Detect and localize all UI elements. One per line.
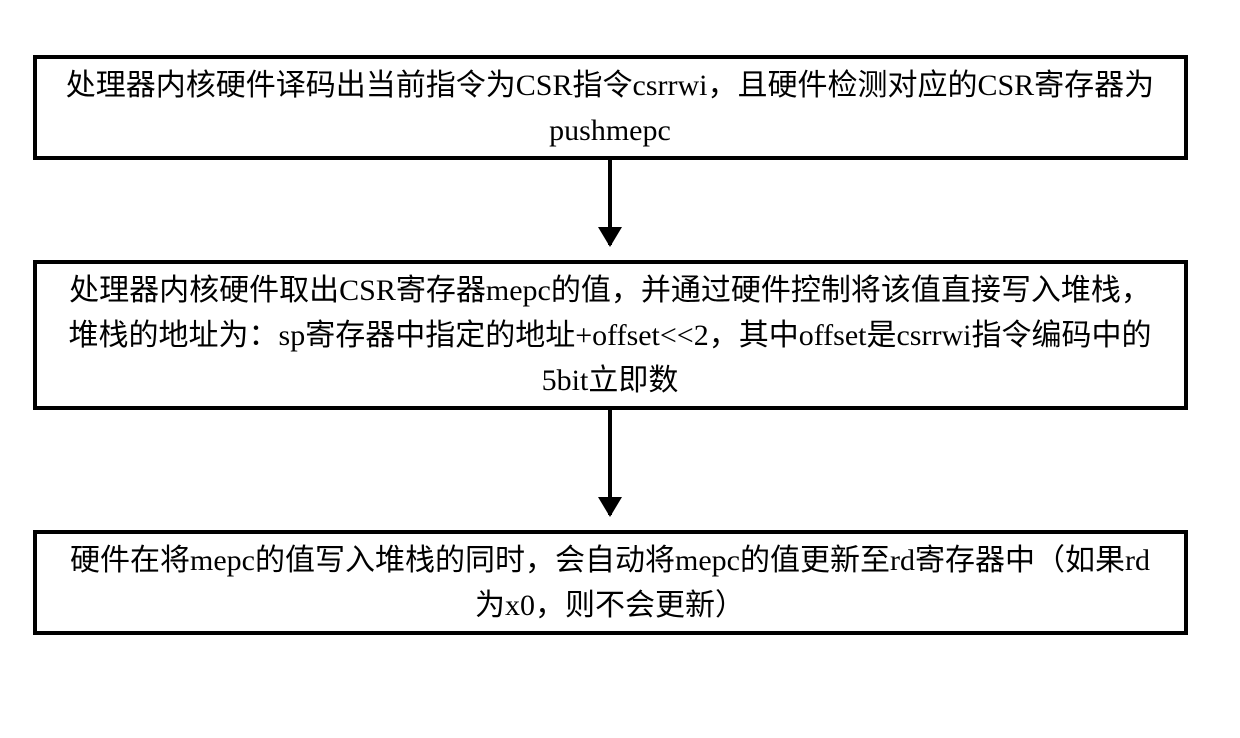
flowchart-step-3-text: 硬件在将mepc的值写入堆栈的同时，会自动将mepc的值更新至rd寄存器中（如果… [57, 538, 1164, 628]
arrow-container-1 [30, 160, 1190, 260]
arrow-down-icon [608, 410, 612, 515]
flowchart-container: 处理器内核硬件译码出当前指令为CSR指令csrrwi，且硬件检测对应的CSR寄存… [30, 55, 1190, 635]
flowchart-step-3: 硬件在将mepc的值写入堆栈的同时，会自动将mepc的值更新至rd寄存器中（如果… [33, 530, 1188, 635]
arrow-down-icon [608, 160, 612, 245]
flowchart-step-1: 处理器内核硬件译码出当前指令为CSR指令csrrwi，且硬件检测对应的CSR寄存… [33, 55, 1188, 160]
flowchart-step-2: 处理器内核硬件取出CSR寄存器mepc的值，并通过硬件控制将该值直接写入堆栈，堆… [33, 260, 1188, 410]
arrow-container-2 [30, 410, 1190, 530]
flowchart-step-1-text: 处理器内核硬件译码出当前指令为CSR指令csrrwi，且硬件检测对应的CSR寄存… [57, 63, 1164, 153]
flowchart-step-2-text: 处理器内核硬件取出CSR寄存器mepc的值，并通过硬件控制将该值直接写入堆栈，堆… [57, 268, 1164, 403]
